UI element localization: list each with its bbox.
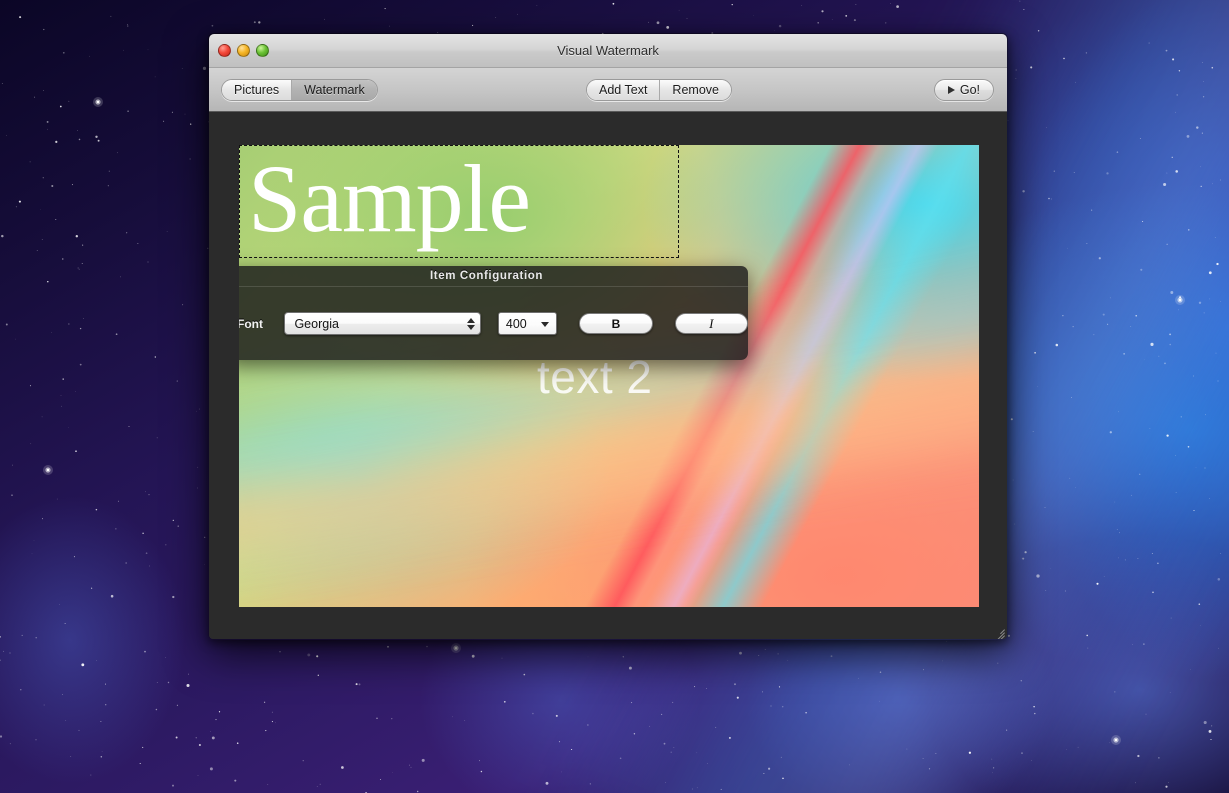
window-body: Sample text 2 Item Configuration Font Ge…	[209, 112, 1007, 639]
bold-button[interactable]: B	[579, 313, 653, 334]
window-resize-grip[interactable]	[991, 623, 1005, 639]
add-text-button[interactable]: Add Text	[587, 80, 661, 100]
font-size-value: 400	[505, 316, 527, 331]
font-stepper[interactable]	[466, 317, 475, 330]
window-titlebar: Visual Watermark	[209, 34, 1007, 68]
tab-pictures[interactable]: Pictures	[222, 80, 293, 100]
italic-button[interactable]: I	[674, 313, 748, 334]
chevron-down-icon	[466, 324, 475, 330]
photo-canvas[interactable]: Sample text 2 Item Configuration Font Ge…	[239, 145, 979, 607]
font-family-select[interactable]: Georgia	[284, 312, 481, 335]
bold-button-label: B	[611, 316, 621, 331]
view-tabs: Pictures Watermark	[221, 79, 378, 101]
font-family-value: Georgia	[294, 316, 339, 331]
application-window: Visual Watermark Pictures Watermark Add …	[208, 33, 1008, 640]
desktop-wallpaper: Visual Watermark Pictures Watermark Add …	[0, 0, 1229, 793]
font-size-select[interactable]: 400	[497, 312, 558, 335]
italic-button-label: I	[709, 315, 714, 331]
item-configuration-controls: Font Georgia 400 B I	[239, 287, 748, 360]
watermark-item-selected[interactable]: Sample	[239, 145, 679, 258]
remove-button[interactable]: Remove	[660, 80, 731, 100]
chevron-up-icon	[466, 317, 475, 323]
toolbar: Pictures Watermark Add Text Remove Go!	[209, 68, 1007, 112]
text-actions-group: Add Text Remove	[586, 79, 732, 101]
go-button-label: Go!	[959, 83, 980, 97]
play-icon	[947, 86, 955, 94]
item-configuration-panel: Item Configuration Font Georgia 400 B I	[239, 266, 748, 360]
go-button[interactable]: Go!	[933, 79, 994, 101]
item-configuration-title: Item Configuration	[239, 266, 748, 287]
window-title: Visual Watermark	[557, 43, 659, 58]
chevron-down-icon	[541, 322, 550, 327]
watermark-sample-text: Sample	[248, 145, 531, 252]
tab-watermark[interactable]: Watermark	[292, 80, 377, 100]
font-label: Font	[239, 316, 263, 331]
